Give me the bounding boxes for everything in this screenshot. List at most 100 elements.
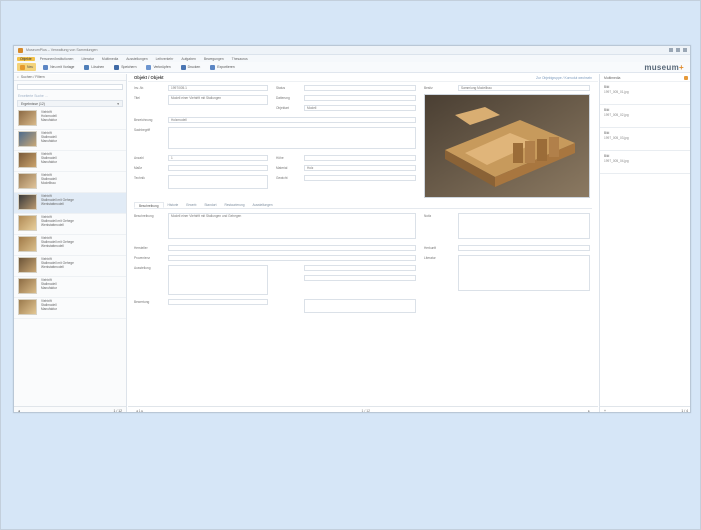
menu-item-bewegungen[interactable]: Bewegungen xyxy=(201,57,227,61)
thumbnail xyxy=(18,131,37,147)
inv-field[interactable]: 1997/005.1 xyxy=(168,85,268,91)
list-item[interactable]: Viehtrift Stallmodell Modellbau xyxy=(14,172,126,193)
tab-historie[interactable]: Historie xyxy=(164,202,183,208)
link-icon xyxy=(146,64,152,70)
list-item[interactable]: Viehtrift Stallmodell Manufaktur xyxy=(14,298,126,319)
menu-item-objekte[interactable]: Objekte xyxy=(17,56,35,61)
object-photo-image xyxy=(425,95,589,197)
export-label: Exportieren xyxy=(217,65,235,69)
menu-item-personen[interactable]: Personen/Institutionen xyxy=(37,57,77,61)
results-list: Viehtrift Holzmodell Manufaktur Viehtrift S… xyxy=(14,109,126,319)
list-item[interactable]: Bild 1997_005_04.jpg xyxy=(600,151,690,174)
titel-field[interactable]: Modell einer Viehtrift mit Stallungen xyxy=(168,95,268,105)
provenienz-field[interactable] xyxy=(168,255,416,261)
menu-item-leihverkehr[interactable]: Leihverkehr xyxy=(153,57,177,61)
notiz-field[interactable] xyxy=(458,213,590,239)
hersteller-field[interactable] xyxy=(168,245,416,251)
list-item[interactable]: Viehtrift Stallmodell Manufaktur xyxy=(14,130,126,151)
list-item[interactable]: Viehtrift Stallmodell Manufaktur xyxy=(14,277,126,298)
save-button[interactable]: Speichern xyxy=(111,63,139,71)
title-bar: MuseumPlus – Verwaltung von Sammlungen xyxy=(14,46,690,55)
tab-ausstellungen[interactable]: Ausstellungen xyxy=(249,202,277,208)
menu-item-ausstellungen[interactable]: Ausstellungen xyxy=(123,57,150,61)
link-button[interactable]: Verknüpfen xyxy=(143,63,173,71)
thumbnail xyxy=(18,173,37,189)
list-item[interactable]: Viehtrift Stallmodell Manufaktur xyxy=(14,151,126,172)
menu-item-thesaurus[interactable]: Thesaurus xyxy=(229,57,251,61)
right-box-2[interactable] xyxy=(304,275,416,281)
sachbegriff-field[interactable] xyxy=(168,127,416,149)
next-record-button[interactable]: ▸ xyxy=(588,409,590,413)
ausstellung-field[interactable] xyxy=(168,265,268,295)
gewicht-field[interactable] xyxy=(304,175,416,181)
list-item[interactable]: Viehtrift Stallmodell mit Gehege Werkstatt… xyxy=(14,256,126,277)
tab-erwerb[interactable]: Erwerb xyxy=(182,202,200,208)
objektart-field[interactable]: Modell xyxy=(304,105,416,111)
bewertung-field[interactable] xyxy=(168,299,268,305)
prev-page-button[interactable]: ◂ xyxy=(18,409,20,413)
search-input[interactable] xyxy=(17,84,123,90)
objektart-label: Objektart xyxy=(276,106,289,110)
list-item[interactable]: Viehtrift Stallmodell mit Gehege Werkstatt… xyxy=(14,193,126,214)
list-item[interactable]: Bild 1997_005_02.jpg xyxy=(600,105,690,128)
print-button[interactable]: Drucken xyxy=(178,63,204,71)
group-options-icon[interactable]: ▾ xyxy=(117,102,119,106)
menu-item-multimedia[interactable]: Multimedia xyxy=(99,57,121,61)
record-navigator[interactable]: ◂ 1 ▸ xyxy=(136,409,143,413)
provenienz-label: Provenienz xyxy=(134,256,150,260)
list-item[interactable]: Viehtrift Stallmodell mit Gehege Werkstatt… xyxy=(14,235,126,256)
material-label: Material xyxy=(276,166,288,170)
masse-field[interactable] xyxy=(168,165,268,171)
tab-beschreibung[interactable]: Beschreibung xyxy=(134,202,164,208)
add-media-icon[interactable] xyxy=(684,76,688,80)
list-item[interactable]: Viehtrift Stallmodell mit Gehege Werkstatt… xyxy=(14,214,126,235)
thumbnail xyxy=(18,110,37,126)
media-pager: 1 / 4 xyxy=(681,408,688,413)
object-detail-panel: Objekt / Objekt Zur Objektgruppe / Konvo… xyxy=(128,74,598,413)
anzahl-field[interactable]: 1 xyxy=(168,155,268,161)
minimize-icon[interactable] xyxy=(669,48,673,52)
add-button[interactable]: + xyxy=(604,409,606,413)
results-group[interactable]: Ergebnisse (12) ▾ xyxy=(17,100,123,107)
new-button[interactable]: Neu xyxy=(17,63,37,71)
besitz-field[interactable]: Sammlung Modellbau xyxy=(458,85,590,91)
print-icon xyxy=(180,64,186,70)
switch-group-link[interactable]: Zur Objektgruppe / Konvolut wechseln xyxy=(536,76,592,80)
results-group-label: Ergebnisse (12) xyxy=(21,101,45,106)
right-box-1[interactable] xyxy=(304,265,416,271)
new-from-template-button[interactable]: Neu mit Vorlage xyxy=(40,63,77,71)
literatur-field[interactable] xyxy=(458,255,590,291)
export-button[interactable]: Exportieren xyxy=(207,63,237,71)
hoehe-label: Höhe xyxy=(276,156,284,160)
material-field[interactable]: Holz xyxy=(304,165,416,171)
technik-field[interactable] xyxy=(168,175,268,189)
status-field[interactable] xyxy=(304,85,416,91)
brand-logo: museum+ xyxy=(644,63,684,72)
hoehe-field[interactable] xyxy=(304,155,416,161)
object-photo[interactable] xyxy=(424,94,590,198)
datierung-field[interactable] xyxy=(304,95,416,101)
advanced-search-link[interactable]: Erweiterte Suche … xyxy=(14,93,126,99)
tab-restaurierung[interactable]: Restaurierung xyxy=(220,202,248,208)
delete-button[interactable]: Löschen xyxy=(81,63,107,71)
menu-item-aufgaben[interactable]: Aufgaben xyxy=(178,57,199,61)
close-icon[interactable] xyxy=(683,48,687,52)
toolbar: Neu Neu mit Vorlage Löschen Speichern Ve… xyxy=(14,62,690,73)
search-panel-footer: ◂ 1 / 12 xyxy=(14,406,126,413)
herkunft-field[interactable] xyxy=(458,245,590,251)
notiz-label: Notiz xyxy=(424,214,432,218)
technik-label: Technik xyxy=(134,176,145,180)
maximize-icon[interactable] xyxy=(676,48,680,52)
list-item[interactable]: Viehtrift Holzmodell Manufaktur xyxy=(14,109,126,130)
right-box-3[interactable] xyxy=(304,299,416,313)
beschreibung-field[interactable]: Modell einer Viehtrift mit Stallungen un… xyxy=(168,213,416,239)
list-item[interactable]: Bild 1997_005_01.jpg xyxy=(600,82,690,105)
menu-item-literatur[interactable]: Literatur xyxy=(78,57,96,61)
search-panel-header: ⌕ Suchen / Filtern xyxy=(14,74,126,81)
bez-field[interactable]: Holzmodell xyxy=(168,117,416,123)
tab-standort[interactable]: Standort xyxy=(200,202,220,208)
delete-label: Löschen xyxy=(91,65,105,69)
window-title: MuseumPlus – Verwaltung von Sammlungen xyxy=(26,48,98,52)
new-button-label: Neu xyxy=(27,65,34,69)
list-item[interactable]: Bild 1997_005_03.jpg xyxy=(600,128,690,151)
